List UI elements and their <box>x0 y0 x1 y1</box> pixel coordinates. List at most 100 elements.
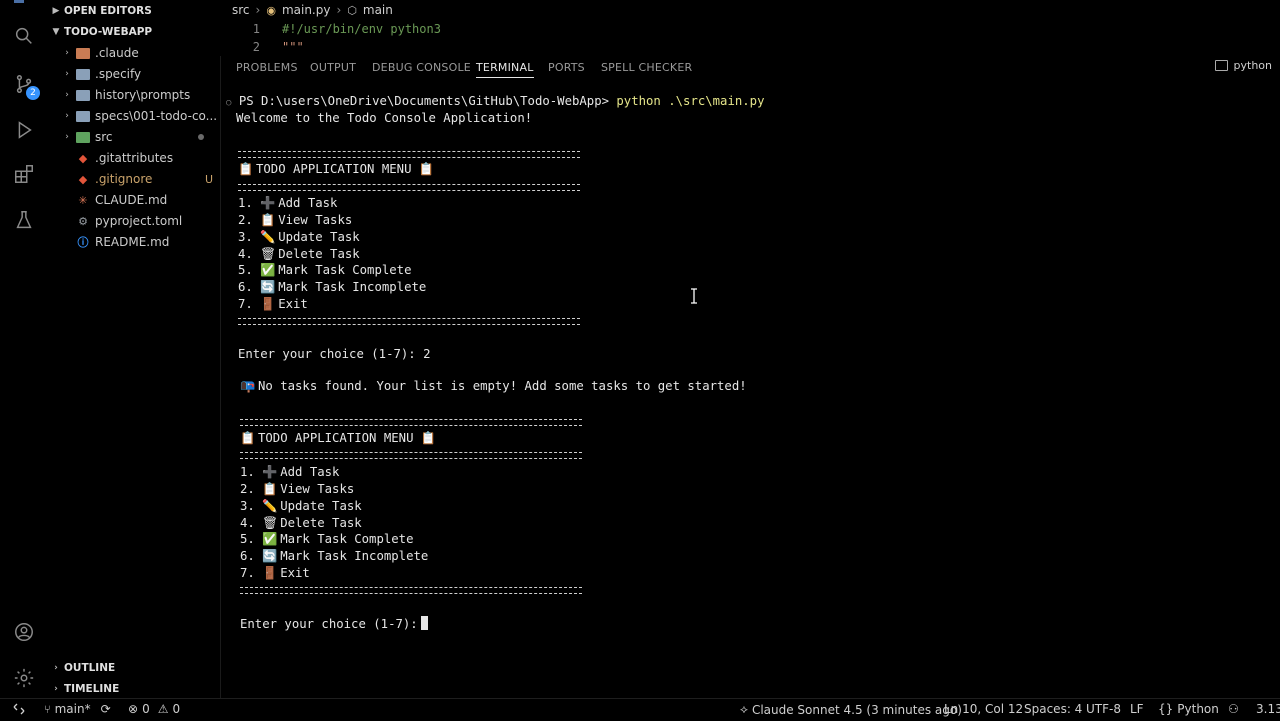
tab-ports[interactable]: PORTS <box>548 61 585 74</box>
chevron-right-icon: › <box>336 3 342 17</box>
folder-icon <box>76 89 90 101</box>
input-line[interactable]: Enter your choice (1-7): <box>240 616 428 631</box>
menu-item: 1. ➕ Add Task <box>240 465 339 480</box>
breadcrumb-src[interactable]: src <box>232 3 250 17</box>
terminal-instance[interactable]: python <box>1214 59 1272 72</box>
outline-label: OUTLINE <box>64 662 116 674</box>
chevron-right-icon: › <box>54 684 58 694</box>
chevron-right-icon: › <box>54 663 58 673</box>
tree-item-src-folder[interactable]: › src <box>48 127 220 147</box>
empty-message-line: 📭 No tasks found. Your list is empty! Add… <box>240 379 747 394</box>
chevron-right-icon: › <box>255 3 261 17</box>
claude-status[interactable]: ⟡ Claude Sonnet 4.5 (3 minutes ago) <box>740 702 962 717</box>
refresh-icon: 🔄 <box>260 280 276 294</box>
branch-label: main* <box>54 702 91 716</box>
tree-item-specify-folder[interactable]: › .specify <box>48 64 220 84</box>
python-version[interactable]: 3.13 <box>1256 702 1280 716</box>
remote-icon[interactable] <box>12 702 26 716</box>
terminal-output[interactable]: ○ PS D:\users\OneDrive\Documents\GitHub\… <box>220 84 1280 698</box>
tree-item-history-folder[interactable]: › history\prompts <box>48 85 220 105</box>
pencil-icon: ✏️ <box>260 230 276 244</box>
tree-item-specs-folder[interactable]: › specs\001-todo-co... <box>48 106 220 126</box>
menu-num: 4. <box>238 247 253 261</box>
open-editors-label: OPEN EDITORS <box>64 5 152 17</box>
settings-gear-icon[interactable] <box>12 666 36 690</box>
testing-flask-icon[interactable] <box>12 208 36 232</box>
warning-icon: ⚠ <box>157 702 169 716</box>
refresh-icon: 🔄 <box>262 549 278 563</box>
menu-label: Exit <box>278 297 308 311</box>
folder-icon <box>76 47 90 59</box>
project-label: TODO-WEBAPP <box>64 26 153 38</box>
tab-spell-checker[interactable]: SPELL CHECKER <box>601 61 692 74</box>
language-mode[interactable]: {} Python <box>1158 702 1219 716</box>
tab-debug-console[interactable]: DEBUG CONSOLE <box>372 61 471 74</box>
menu-item: 5. ✅ Mark Task Complete <box>238 263 411 278</box>
outline-header[interactable]: › OUTLINE <box>48 658 220 678</box>
account-icon[interactable] <box>12 620 36 644</box>
tab-output[interactable]: OUTPUT <box>310 61 356 74</box>
braces-icon: {} <box>1158 702 1174 716</box>
untracked-status: U <box>204 172 214 186</box>
activity-bar: 2 <box>0 0 49 698</box>
ibeam-cursor-icon <box>691 288 697 304</box>
encoding[interactable]: UTF-8 <box>1086 702 1121 716</box>
claude-icon: ⟡ <box>740 702 748 716</box>
tab-terminal[interactable]: TERMINAL <box>476 61 534 78</box>
breadcrumb-file[interactable]: main.py <box>282 3 331 17</box>
tree-item-claude-md[interactable]: ✳ CLAUDE.md <box>48 190 220 210</box>
line-number: 2 <box>252 40 260 54</box>
problems-indicator[interactable]: ⊗ 0 ⚠ 0 <box>128 702 180 716</box>
menu-num: 7. <box>238 297 253 311</box>
tree-item-gitattributes[interactable]: ◆ .gitattributes <box>48 148 220 168</box>
gear-icon: ⚙ <box>78 214 88 228</box>
tab-problems[interactable]: PROBLEMS <box>236 61 298 74</box>
menu-item: 4. 🗑 Delete Task <box>238 247 360 262</box>
menu-label: Delete Task <box>278 247 360 261</box>
sync-icon: ⟳ <box>100 702 111 716</box>
tree-item-pyproject[interactable]: ⚙ pyproject.toml <box>48 211 220 231</box>
extensions-icon[interactable] <box>12 162 36 186</box>
chevron-right-icon: › <box>65 69 69 79</box>
trash-icon: 🗑 <box>260 247 276 261</box>
run-debug-icon[interactable] <box>12 118 36 142</box>
copilot-icon[interactable]: ⚇ <box>1228 702 1239 716</box>
tree-item-readme[interactable]: ⓘ README.md <box>48 232 220 252</box>
code-line[interactable]: 2 """ <box>220 40 820 56</box>
tree-item-label: CLAUDE.md <box>95 193 168 207</box>
tree-item-label: src <box>95 130 113 144</box>
menu-title-line: 📋 TODO APPLICATION MENU 📋 <box>238 162 437 177</box>
language-label: Python <box>1177 702 1219 716</box>
timeline-label: TIMELINE <box>64 683 120 695</box>
open-editors-header[interactable]: ▶ OPEN EDITORS <box>48 1 220 21</box>
code-line[interactable]: 1 #!/usr/bin/env python3 <box>220 22 820 38</box>
check-icon: ✅ <box>260 263 276 277</box>
menu-item: 7. 🚪 Exit <box>238 297 308 312</box>
cursor-position[interactable]: Ln 10, Col 12 <box>944 702 1023 716</box>
indentation[interactable]: Spaces: 4 <box>1024 702 1082 716</box>
menu-item: 7. 🚪 Exit <box>240 566 310 581</box>
choice-prompt: Enter your choice (1-7): <box>238 347 424 361</box>
clipboard-icon: 📋 <box>238 162 254 176</box>
branch-indicator[interactable]: ⑂ main* ⟳ <box>44 702 111 716</box>
search-icon[interactable] <box>12 24 36 48</box>
menu-title: TODO APPLICATION MENU <box>256 162 412 176</box>
menu-item: 1. ➕ Add Task <box>238 196 337 211</box>
code-text: #!/usr/bin/env python3 <box>282 22 441 36</box>
separator <box>238 184 580 191</box>
tree-item-claude-folder[interactable]: › .claude <box>48 43 220 63</box>
tree-item-gitignore[interactable]: ◆ .gitignore U <box>48 169 220 189</box>
panel-tab-bar: PROBLEMS OUTPUT DEBUG CONSOLE TERMINAL P… <box>220 58 1280 80</box>
breadcrumb-symbol[interactable]: main <box>363 3 393 17</box>
modified-dot <box>198 134 204 140</box>
timeline-header[interactable]: › TIMELINE <box>48 679 220 699</box>
clipboard-icon: 📋 <box>420 431 437 445</box>
source-control-badge: 2 <box>26 86 40 100</box>
tree-item-label: pyproject.toml <box>95 214 183 228</box>
menu-label: Update Task <box>280 499 362 513</box>
project-header[interactable]: ▼ TODO-WEBAPP <box>48 22 220 42</box>
source-control-icon[interactable]: 2 <box>12 72 40 100</box>
door-icon: 🚪 <box>262 566 278 580</box>
line-ending[interactable]: LF <box>1130 702 1144 716</box>
separator <box>240 452 582 459</box>
